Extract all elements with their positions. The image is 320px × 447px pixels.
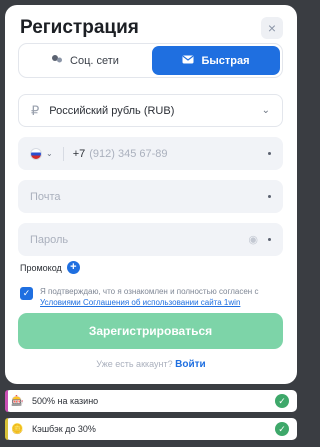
check-icon: ✓ [275, 394, 289, 408]
casino-icon: 🎰 [11, 395, 24, 407]
chevron-down-icon[interactable]: ⌄ [46, 149, 53, 158]
check-icon: ✓ [275, 422, 289, 436]
bonus-item-cashback: 🪙 Кэшбэк до 30% ✓ [5, 418, 297, 440]
tab-social-label: Соц. сети [70, 54, 119, 67]
promo-toggle[interactable]: Промокод + [20, 261, 80, 274]
email-field[interactable]: Почта [18, 180, 283, 213]
login-question: Уже есть аккаунт? [96, 359, 173, 369]
russia-flag-icon[interactable] [30, 147, 42, 160]
required-dot-icon [268, 152, 271, 155]
phone-placeholder: (912) 345 67-89 [89, 147, 168, 160]
phone-code: +7 [72, 147, 86, 160]
required-dot-icon [268, 238, 271, 241]
agreement-link[interactable]: Условиями Соглашения об использовании са… [40, 298, 240, 307]
social-icon [51, 54, 63, 67]
registration-tabs: Соц. сети Быстрая [18, 43, 283, 78]
bonus-label: Кэшбэк до 30% [32, 424, 96, 434]
promo-label: Промокод [20, 262, 62, 273]
agreement-text: Я подтверждаю, что я ознакомлен и полнос… [40, 287, 259, 307]
phone-field[interactable]: ⌄ +7 (912) 345 67-89 [18, 137, 283, 170]
password-placeholder: Пароль [30, 233, 69, 246]
close-icon[interactable]: × [261, 17, 283, 39]
email-placeholder: Почта [30, 190, 61, 203]
currency-select[interactable]: ₽ Российский рубль (RUB) ⌄ [18, 94, 283, 127]
agreement-checkbox[interactable]: ✓ [20, 287, 33, 300]
page-title: Регистрация [20, 17, 139, 38]
chevron-down-icon: ⌄ [261, 105, 270, 116]
registration-modal: Регистрация × Соц. сети Быстрая ₽ Россий… [5, 5, 297, 384]
bonus-item-casino: 🎰 500% на казино ✓ [5, 390, 297, 412]
bonus-label: 500% на казино [32, 396, 99, 406]
agreement: ✓ Я подтверждаю, что я ознакомлен и полн… [20, 286, 285, 308]
divider [62, 146, 64, 161]
login-prompt: Уже есть аккаунт? Войти [5, 359, 297, 370]
mail-icon [182, 55, 194, 67]
login-link[interactable]: Войти [175, 359, 206, 370]
tab-social[interactable]: Соц. сети [21, 46, 149, 75]
tab-fast-label: Быстрая [201, 54, 250, 67]
bonus-color-bar [5, 390, 8, 412]
plus-icon[interactable]: + [66, 261, 80, 274]
currency-value: Российский рубль (RUB) [49, 104, 175, 117]
cashback-icon: 🪙 [11, 423, 24, 435]
password-field[interactable]: Пароль ◉ [18, 223, 283, 256]
register-button[interactable]: Зарегистрироваться [18, 313, 283, 349]
required-dot-icon [268, 195, 271, 198]
bonus-color-bar [5, 418, 8, 440]
eye-icon[interactable]: ◉ [248, 233, 258, 246]
ruble-icon: ₽ [31, 102, 40, 118]
tab-fast[interactable]: Быстрая [152, 46, 280, 75]
